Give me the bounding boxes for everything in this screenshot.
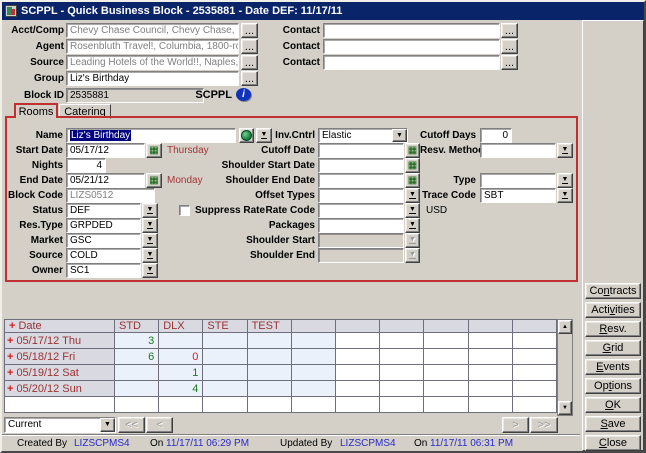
grid-col-dlx: DLX [159, 320, 203, 333]
first-page-button[interactable]: << [118, 417, 145, 433]
contact1-field[interactable] [323, 23, 500, 38]
grid-cell[interactable] [203, 365, 247, 381]
updated-on-label: On [414, 437, 427, 451]
grid-row: +05/20/12 Sun 4 [5, 381, 557, 397]
quick-business-block-window: SCPPL - Quick Business Block - 2535881 -… [0, 0, 646, 453]
room-grid: +Date STD DLX STE TEST +05/17/12 Thu 3 +… [4, 319, 557, 413]
rooms-tab-outline [5, 116, 578, 282]
contact2-label: Contact [282, 39, 320, 54]
group-lookup-button[interactable]: ... [241, 71, 258, 86]
grid-row: +05/19/12 Sat 1 [5, 365, 557, 381]
grid-cell[interactable]: 4 [159, 381, 203, 397]
created-by-value: LIZSCPMS4 [74, 437, 130, 451]
view-selector-combo[interactable]: Current ▼ [4, 417, 116, 433]
last-page-button[interactable]: >> [530, 417, 558, 433]
grid-cell[interactable] [203, 333, 247, 349]
status-bar-divider [2, 434, 580, 436]
created-on-label: On [150, 437, 163, 451]
grid-cell[interactable]: 1 [159, 365, 203, 381]
expand-icon[interactable]: + [7, 367, 13, 379]
dropdown-arrow-icon[interactable]: ▼ [100, 418, 115, 432]
resort-code-label: SCPPL [152, 88, 232, 103]
agent-field[interactable]: Rosenbluth Travel!, Columbia, 1800-roser [66, 39, 239, 54]
group-label: Group [4, 71, 64, 86]
created-on-value: 11/17/11 06:29 PM [166, 437, 249, 451]
contact3-label: Contact [282, 55, 320, 70]
scroll-down-icon[interactable]: ▼ [558, 401, 572, 415]
grid-col-test: TEST [247, 320, 291, 333]
prev-page-button[interactable]: < [146, 417, 173, 433]
contact1-label: Contact [282, 23, 320, 38]
resv-button[interactable]: Resv. [585, 321, 641, 337]
app-icon [5, 5, 17, 17]
contact2-field[interactable] [323, 39, 500, 54]
view-selector-value: Current [8, 419, 41, 430]
grid-cell[interactable] [247, 349, 291, 365]
grid-cell[interactable] [203, 381, 247, 397]
grid-empty-row [5, 397, 557, 413]
group-field[interactable]: Liz's Birthday [66, 71, 239, 86]
contracts-button[interactable]: Contracts [585, 283, 641, 299]
updated-by-value: LIZSCPMS4 [340, 437, 396, 451]
title-bar: SCPPL - Quick Business Block - 2535881 -… [2, 2, 644, 20]
scroll-up-icon[interactable]: ▲ [558, 320, 572, 334]
source-company-field[interactable]: Leading Hotels of the World!!, Naples, 1… [66, 55, 239, 70]
updated-by-label: Updated By [280, 437, 332, 451]
ok-button[interactable]: OK [585, 397, 641, 413]
grid-cell[interactable] [115, 381, 159, 397]
expand-icon[interactable]: + [7, 335, 13, 347]
grid-row-date: +05/18/12 Fri [5, 349, 115, 365]
info-icon[interactable]: i [236, 88, 251, 101]
next-page-button[interactable]: > [502, 417, 529, 433]
options-button[interactable]: Options [585, 378, 641, 394]
contact2-lookup-button[interactable]: ... [501, 39, 518, 54]
acct-comp-label: Acct/Comp [4, 23, 64, 38]
grid-cell[interactable]: 3 [115, 333, 159, 349]
grid-scrollbar[interactable]: ▲ ▼ [557, 319, 573, 416]
contact1-lookup-button[interactable]: ... [501, 23, 518, 38]
grid-row: +05/18/12 Fri 6 0 [5, 349, 557, 365]
grid-date-header: +Date [5, 320, 115, 333]
expand-icon: + [9, 320, 15, 332]
tab-rooms[interactable]: Rooms [14, 103, 58, 118]
grid-cell[interactable] [159, 333, 203, 349]
grid-row-date: +05/17/12 Thu [5, 333, 115, 349]
agent-label: Agent [4, 39, 64, 54]
grid-col-std: STD [115, 320, 159, 333]
grid-col-ste: STE [203, 320, 247, 333]
grid-cell[interactable] [247, 365, 291, 381]
window-title: SCPPL - Quick Business Block - 2535881 -… [21, 5, 342, 17]
grid-button[interactable]: Grid [585, 340, 641, 356]
grid-row-date: +05/20/12 Sun [5, 381, 115, 397]
save-button[interactable]: Save [585, 416, 641, 432]
grid-cell[interactable]: 6 [115, 349, 159, 365]
events-button[interactable]: Events [585, 359, 641, 375]
acct-comp-lookup-button[interactable]: ... [241, 23, 258, 38]
expand-icon[interactable]: + [7, 351, 13, 363]
source-lookup-button[interactable]: ... [241, 55, 258, 70]
expand-icon[interactable]: + [7, 383, 13, 395]
block-id-label: Block ID [4, 88, 64, 103]
acct-comp-field[interactable]: Chevy Chase Council, Chevy Chase, 1800 [66, 23, 239, 38]
created-by-label: Created By [17, 437, 67, 451]
updated-on-value: 11/17/11 06:31 PM [430, 437, 513, 451]
grid-cell[interactable] [247, 381, 291, 397]
grid-cell[interactable] [115, 365, 159, 381]
grid-row-date: +05/19/12 Sat [5, 365, 115, 381]
grid-cell[interactable] [203, 349, 247, 365]
grid-row: +05/17/12 Thu 3 [5, 333, 557, 349]
agent-lookup-button[interactable]: ... [241, 39, 258, 54]
grid-cell[interactable] [247, 333, 291, 349]
source-company-label: Source [4, 55, 64, 70]
grid-header-row: +Date STD DLX STE TEST [5, 320, 557, 333]
contact3-field[interactable] [323, 55, 500, 70]
grid-cell[interactable]: 0 [159, 349, 203, 365]
close-button[interactable]: Close [585, 435, 641, 451]
contact3-lookup-button[interactable]: ... [501, 55, 518, 70]
activities-button[interactable]: Activities [585, 302, 641, 318]
